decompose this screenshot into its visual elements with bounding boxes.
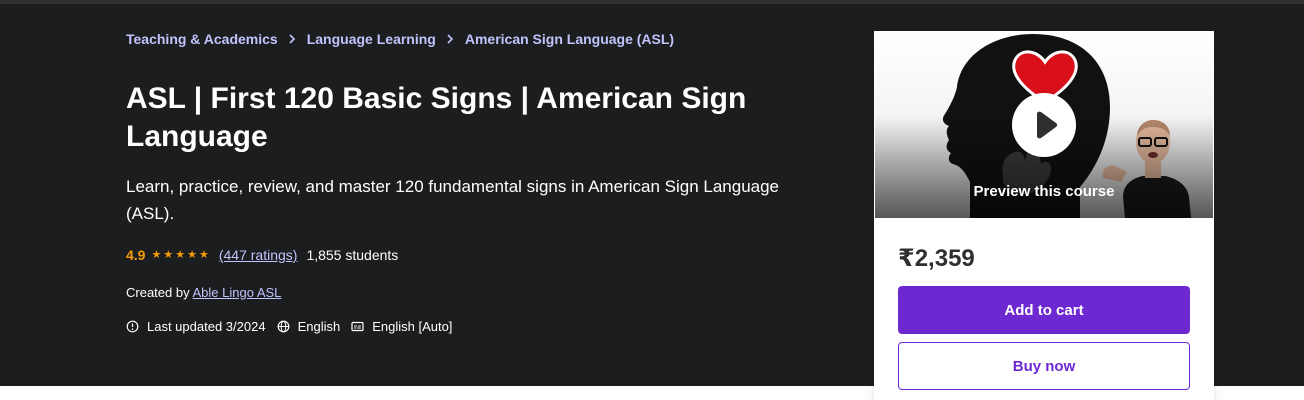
course-title: ASL | First 120 Basic Signs | American S… xyxy=(126,82,747,153)
buy-now-button[interactable]: Buy now xyxy=(898,342,1190,390)
last-updated-text: Last updated 3/2024 xyxy=(147,319,266,334)
star-icon: ★ xyxy=(163,248,174,261)
ratings-count-link[interactable]: (447 ratings) xyxy=(219,247,298,263)
preview-course-label: Preview this course xyxy=(973,183,1115,200)
star-icon: ★ xyxy=(187,248,197,261)
star-rating: ★ ★ ★ ★ ★ xyxy=(151,248,210,261)
students-count: 1,855 students xyxy=(306,247,399,263)
breadcrumb-teaching-academics[interactable]: Teaching & Academics xyxy=(126,31,278,47)
globe-icon xyxy=(277,320,290,333)
last-updated: Last updated 3/2024 xyxy=(126,319,266,334)
star-icon: ★ xyxy=(175,248,186,261)
star-icon: ★ xyxy=(151,248,162,261)
course-captions: English [Auto] xyxy=(351,319,452,334)
play-button[interactable] xyxy=(1012,93,1076,157)
course-language-text: English xyxy=(297,319,341,334)
course-price: ₹2,359 xyxy=(898,245,975,272)
created-by-row: Created by Able Lingo ASL xyxy=(126,285,281,300)
chevron-right-icon xyxy=(288,34,296,44)
course-preview-video[interactable]: Preview this course xyxy=(875,32,1213,218)
star-icon: ★ xyxy=(198,248,209,261)
instructor-link[interactable]: Able Lingo ASL xyxy=(193,285,282,300)
course-captions-text: English [Auto] xyxy=(372,319,453,334)
purchase-card: Preview this course ₹2,359 Add to cart B… xyxy=(874,31,1214,400)
closed-captions-icon xyxy=(351,320,364,333)
chevron-right-icon xyxy=(446,34,454,44)
breadcrumb-asl[interactable]: American Sign Language (ASL) xyxy=(465,31,674,47)
course-language: English xyxy=(277,319,341,334)
course-subtitle: Learn, practice, review, and master 120 … xyxy=(126,177,780,223)
created-by-label: Created by xyxy=(126,285,193,300)
breadcrumb: Teaching & Academics Language Learning A… xyxy=(126,31,674,47)
rating-row: 4.9 ★ ★ ★ ★ ★ (447 ratings) 1,855 studen… xyxy=(126,247,398,263)
add-to-cart-button[interactable]: Add to cart xyxy=(898,286,1190,334)
rating-value: 4.9 xyxy=(126,247,146,263)
breadcrumb-language-learning[interactable]: Language Learning xyxy=(307,31,436,47)
alert-clock-icon xyxy=(126,320,139,333)
play-icon xyxy=(1037,111,1058,139)
course-meta-row: Last updated 3/2024 English English [Aut… xyxy=(126,319,463,334)
